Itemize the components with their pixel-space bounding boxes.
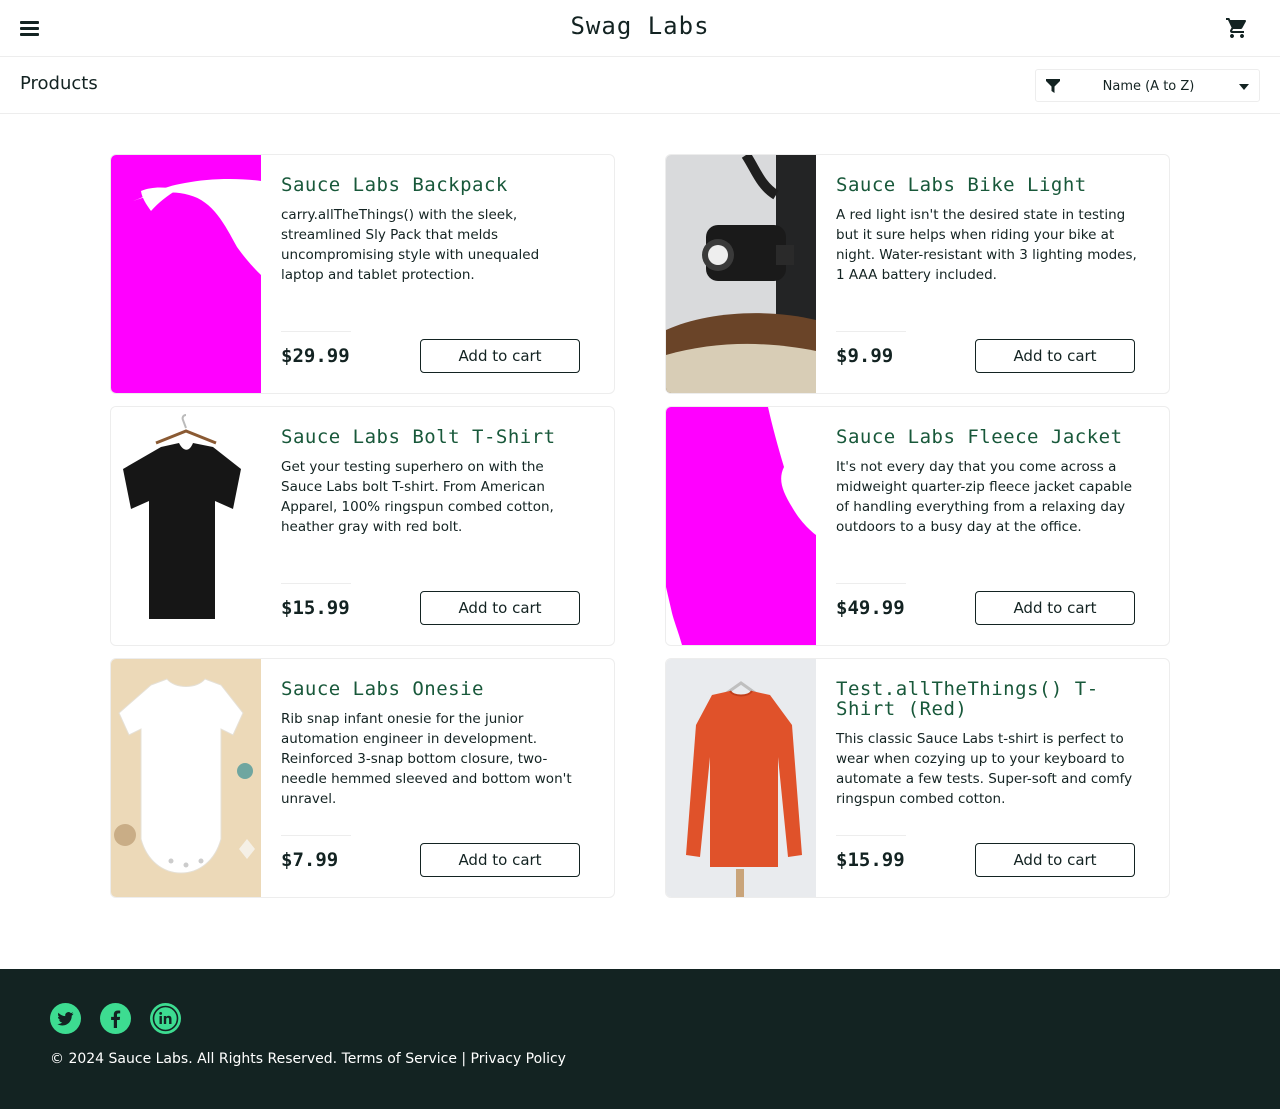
inventory-item: Sauce Labs Bolt T-Shirt Get your testing… [110,406,615,646]
add-to-cart-button[interactable]: Add to cart [420,339,580,373]
footer-copyright: © 2024 Sauce Labs. All Rights Reserved. … [50,1051,566,1067]
product-name[interactable]: Sauce Labs Fleece Jacket [836,427,1136,447]
primary-header: Swag Labs [0,0,1280,57]
product-name[interactable]: Test.allTheThings() T-Shirt (Red) [836,679,1136,719]
product-description: carry.allTheThings() with the sleek, str… [281,207,540,283]
product-name[interactable]: Sauce Labs Bike Light [836,175,1136,195]
add-to-cart-button[interactable]: Add to cart [975,339,1135,373]
inventory-item: Sauce Labs Backpack carry.allTheThings()… [110,154,615,394]
add-to-cart-button[interactable]: Add to cart [420,591,580,625]
facebook-icon[interactable] [100,1003,131,1034]
inventory-item: Sauce Labs Fleece Jacket It's not every … [665,406,1170,646]
footer: © 2024 Sauce Labs. All Rights Reserved. … [0,969,1280,1109]
product-image[interactable] [666,659,816,897]
product-description: It's not every day that you come across … [836,459,1133,535]
twitter-icon[interactable] [50,1003,81,1034]
secondary-header: Products Name (A to Z) [0,57,1280,114]
app-logo: Swag Labs [570,12,710,40]
product-description: This classic Sauce Labs t-shirt is perfe… [836,731,1133,807]
product-name[interactable]: Sauce Labs Onesie [281,679,581,699]
page-title: Products [20,73,98,94]
shopping-cart-icon[interactable] [1224,16,1250,40]
inventory-item: Sauce Labs Onesie Rib snap infant onesie… [110,658,615,898]
product-price: $9.99 [836,345,894,367]
product-price: $7.99 [281,849,339,871]
divider [281,331,351,332]
sort-select[interactable]: Name (A to Z) [1035,69,1260,102]
product-image[interactable] [111,155,261,393]
product-price: $15.99 [281,597,350,619]
divider [836,835,906,836]
add-to-cart-button[interactable]: Add to cart [420,843,580,877]
linkedin-icon[interactable] [150,1003,181,1034]
inventory-item: Sauce Labs Bike Light A red light isn't … [665,154,1170,394]
product-description: Get your testing superhero on with the S… [281,459,554,535]
sort-selected-value: Name (A to Z) [1102,79,1195,94]
product-price: $29.99 [281,345,350,367]
product-image[interactable] [111,407,261,645]
product-price: $49.99 [836,597,905,619]
caret-down-icon [1239,84,1249,90]
product-image[interactable] [111,659,261,897]
product-name[interactable]: Sauce Labs Backpack [281,175,581,195]
divider [836,331,906,332]
product-name[interactable]: Sauce Labs Bolt T-Shirt [281,427,581,447]
product-description: Rib snap infant onesie for the junior au… [281,711,572,807]
divider [281,583,351,584]
product-price: $15.99 [836,849,905,871]
product-description: A red light isn't the desired state in t… [836,207,1137,283]
divider [836,583,906,584]
product-image[interactable] [666,155,816,393]
add-to-cart-button[interactable]: Add to cart [975,843,1135,877]
add-to-cart-button[interactable]: Add to cart [975,591,1135,625]
inventory-item: Test.allTheThings() T-Shirt (Red) This c… [665,658,1170,898]
divider [281,835,351,836]
product-image[interactable] [666,407,816,645]
